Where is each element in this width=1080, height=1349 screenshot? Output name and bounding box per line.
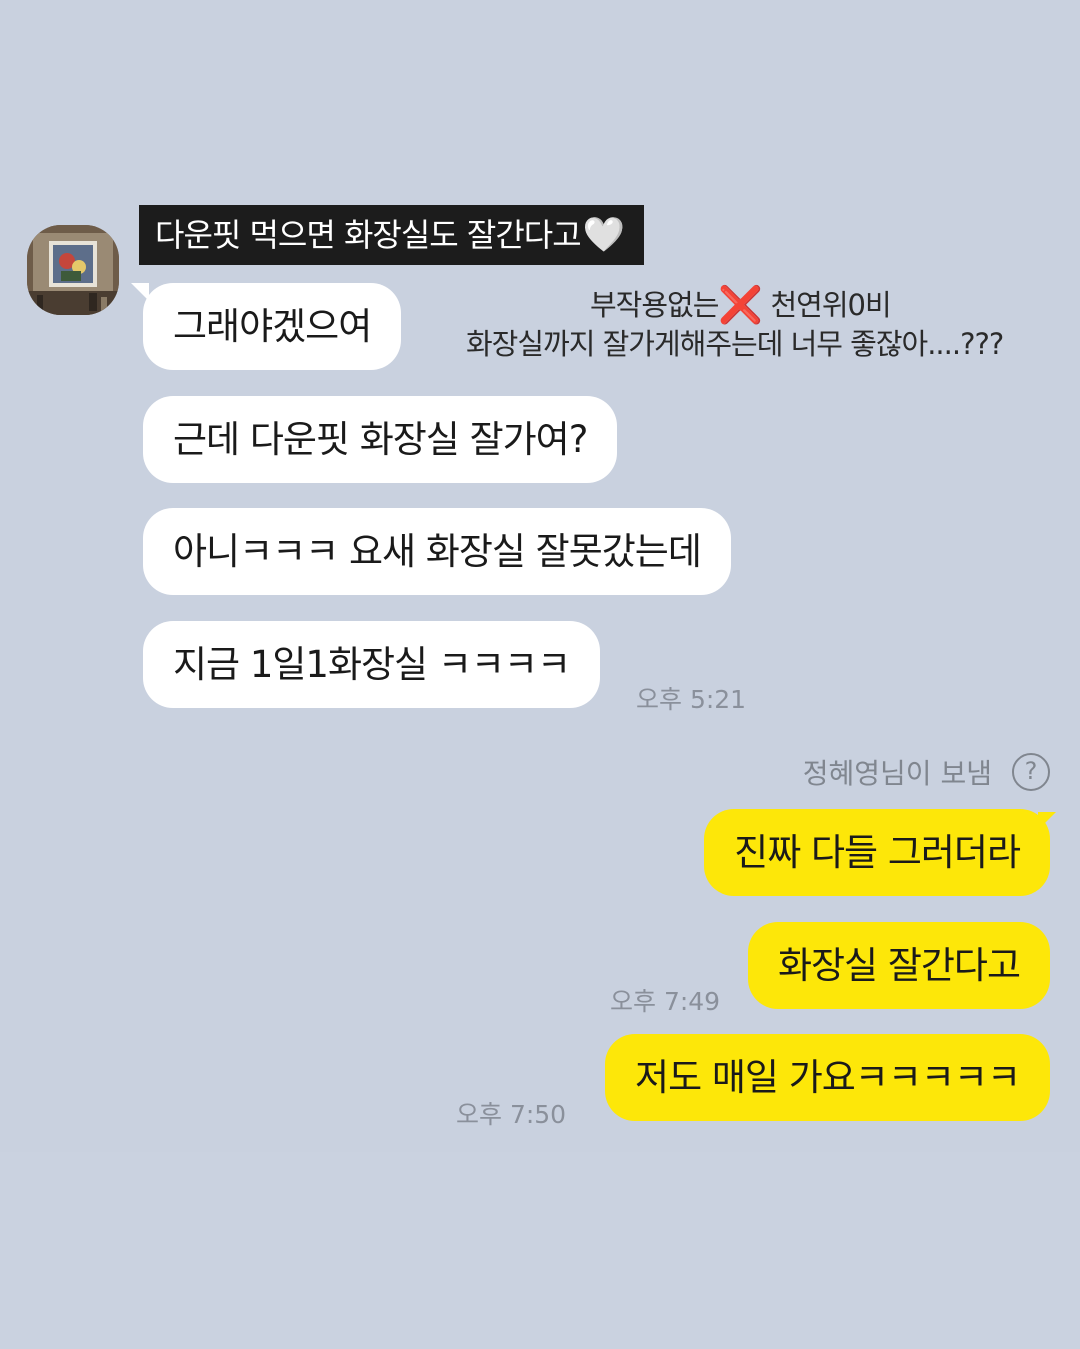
profile-avatar[interactable] xyxy=(27,225,119,315)
message-text: 근데 다운핏 화장실 잘가여? xyxy=(173,418,588,461)
message-text: 지금 1일1화장실 ㅋㅋㅋㅋ xyxy=(173,643,571,686)
incoming-message[interactable]: 지금 1일1화장실 ㅋㅋㅋㅋ xyxy=(143,621,601,708)
message-timestamp: 오후 7:49 xyxy=(610,987,721,1016)
annotation-text-b: 천연위0비 xyxy=(762,288,891,322)
incoming-message[interactable]: 그래야겠으여 xyxy=(143,283,402,370)
outgoing-message[interactable]: 화장실 잘간다고 xyxy=(747,922,1050,1009)
annotation-line-2: 화장실까지 잘가게해주는데 너무 좋잖아....??? xyxy=(466,327,1004,361)
avatar-painting-icon xyxy=(27,225,119,315)
message-timestamp: 오후 7:50 xyxy=(456,1100,567,1129)
question-icon[interactable]: ? xyxy=(1012,753,1050,791)
caption-banner: 다운핏 먹으면 화장실도 잘간다고🤍 xyxy=(139,205,644,265)
red-x-icon: ❌ xyxy=(718,285,763,326)
message-timestamp: 오후 5:21 xyxy=(636,685,747,714)
annotation-text-a: 부작용없는 xyxy=(590,288,719,322)
incoming-message[interactable]: 근데 다운핏 화장실 잘가여? xyxy=(143,396,618,483)
sent-by-text: 정혜영님이 보냄 xyxy=(802,757,992,790)
annotation-line-1: 부작용없는❌ 천연위0비 xyxy=(590,282,892,326)
message-text: 아니ㅋㅋㅋ 요새 화장실 잘못갔는데 xyxy=(173,530,702,573)
sent-by-label: 정혜영님이 보냄 ? xyxy=(803,752,1050,792)
incoming-message[interactable]: 아니ㅋㅋㅋ 요새 화장실 잘못갔는데 xyxy=(143,508,731,595)
outgoing-message[interactable]: 저도 매일 가요ㅋㅋㅋㅋㅋ xyxy=(605,1034,1050,1121)
chat-screen: 다운핏 먹으면 화장실도 잘간다고🤍 부작용없는❌ 천연위0비 화장실까지 잘가… xyxy=(0,0,1080,1349)
message-text: 화장실 잘간다고 xyxy=(777,944,1021,987)
message-text: 저도 매일 가요ㅋㅋㅋㅋㅋ xyxy=(635,1056,1021,1099)
white-heart-icon: 🤍 xyxy=(582,215,625,255)
caption-text: 다운핏 먹으면 화장실도 잘간다고 xyxy=(155,216,582,254)
message-text: 그래야겠으여 xyxy=(173,305,372,348)
outgoing-message[interactable]: 진짜 다들 그러더라 xyxy=(704,809,1050,896)
message-text: 진짜 다들 그러더라 xyxy=(734,831,1021,874)
bottom-area xyxy=(0,1152,1080,1349)
